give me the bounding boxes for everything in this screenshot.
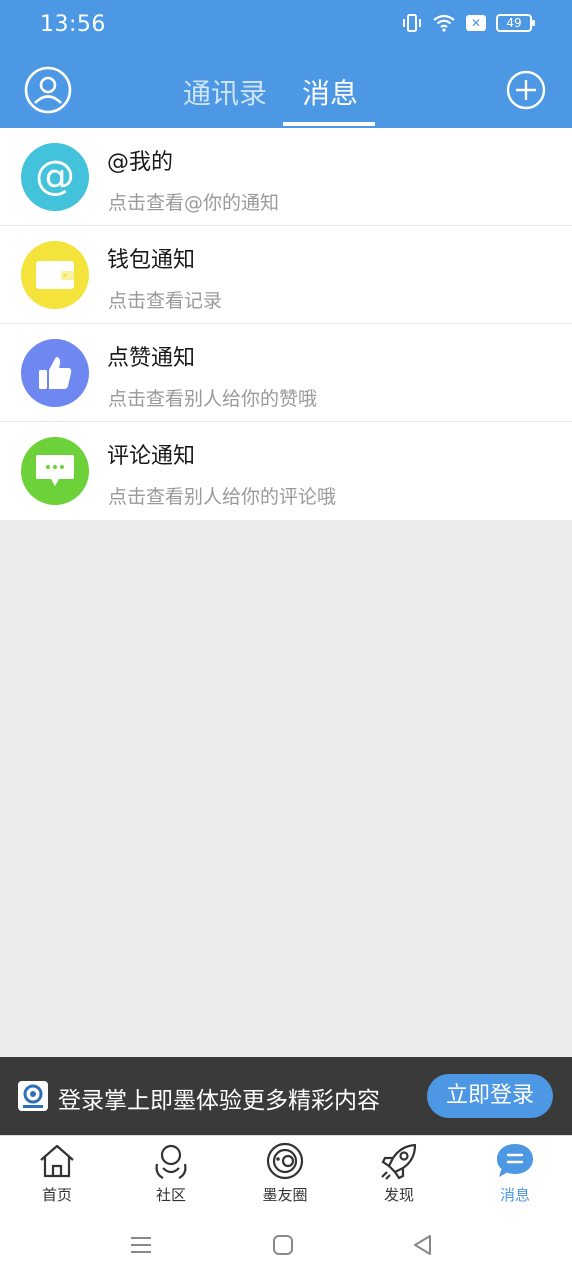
item-title: 评论通知: [107, 444, 196, 469]
item-title: 钱包通知: [107, 248, 196, 273]
community-icon: [155, 1144, 187, 1179]
tabbar-label: 首页: [41, 1186, 72, 1204]
item-subtitle: 点击查看记录: [108, 290, 223, 312]
avatar-icon[interactable]: [24, 66, 72, 114]
message-icon: [497, 1144, 533, 1177]
tabbar-item-discover[interactable]: 发现: [359, 1142, 439, 1212]
tab-messages[interactable]: 消息: [302, 72, 358, 128]
vibrate-icon: [403, 14, 421, 32]
tabbar-label: 发现: [383, 1186, 414, 1204]
tab-contacts[interactable]: 通讯录: [183, 72, 267, 128]
tabbar-label: 消息: [499, 1186, 530, 1204]
list-item-mentions[interactable]: @ @我的 点击查看@你的通知: [0, 128, 572, 226]
system-nav-bar: [0, 1215, 572, 1280]
svg-text:@: @: [35, 155, 75, 199]
tabbar-label: 墨友圈: [262, 1186, 308, 1204]
add-icon[interactable]: [506, 70, 546, 110]
rocket-icon: [381, 1143, 417, 1180]
comment-icon: [21, 437, 89, 505]
menu-icon[interactable]: [129, 1233, 153, 1257]
status-icons: ✕ 49: [402, 14, 535, 32]
item-subtitle: 点击查看别人给你的评论哦: [108, 486, 337, 508]
tabbar-item-home[interactable]: 首页: [17, 1142, 97, 1212]
home-circle-icon[interactable]: [271, 1233, 295, 1257]
item-title: 点赞通知: [107, 346, 196, 371]
back-icon[interactable]: [411, 1233, 435, 1257]
list-item-comments[interactable]: 评论通知 点击查看别人给你的评论哦: [0, 422, 572, 520]
app-logo-icon: [18, 1081, 48, 1111]
header: 13:56 ✕ 49 通讯录 消息: [0, 0, 572, 128]
battery-icon: 49: [496, 14, 535, 32]
top-nav: 通讯录 消息: [0, 60, 572, 128]
item-title: @我的: [107, 150, 174, 175]
tabbar-item-community[interactable]: 社区: [131, 1142, 211, 1212]
thumbs-up-icon: [21, 339, 89, 407]
moyou-circle-icon: [266, 1142, 304, 1180]
wallet-icon: [21, 241, 89, 309]
item-subtitle: 点击查看@你的通知: [108, 192, 280, 214]
home-icon: [40, 1144, 74, 1178]
no-sim-icon: ✕: [466, 15, 486, 31]
wifi-icon: [433, 14, 455, 32]
list-item-wallet[interactable]: 钱包通知 点击查看记录: [0, 226, 572, 324]
bottom-tab-bar: 首页 社区 墨友圈 发现 消息: [0, 1135, 572, 1215]
tabbar-label: 社区: [155, 1186, 186, 1204]
list-item-likes[interactable]: 点赞通知 点击查看别人给你的赞哦: [0, 324, 572, 422]
at-icon: @: [21, 143, 89, 211]
tabbar-item-moyou-circle[interactable]: 墨友圈: [245, 1142, 325, 1212]
tabbar-item-messages[interactable]: 消息: [475, 1142, 555, 1212]
login-button[interactable]: 立即登录: [427, 1074, 553, 1118]
notification-list: @ @我的 点击查看@你的通知 钱包通知 点击查看记录 点赞通知 点击查看别人给…: [0, 128, 572, 520]
tab-underline: [283, 122, 375, 126]
item-subtitle: 点击查看别人给你的赞哦: [108, 388, 318, 410]
banner-text: 登录掌上即墨体验更多精彩内容: [58, 1088, 380, 1114]
status-time: 13:56: [40, 12, 106, 37]
login-banner: 登录掌上即墨体验更多精彩内容 立即登录: [0, 1057, 572, 1135]
status-bar: 13:56 ✕ 49: [0, 0, 572, 52]
